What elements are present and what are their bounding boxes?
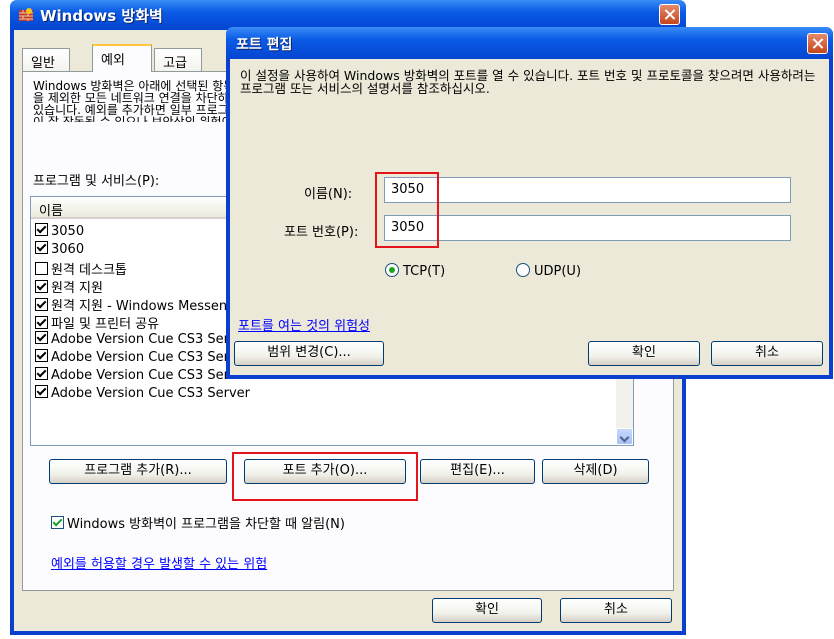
port-dialog-close-icon[interactable] (807, 33, 828, 54)
list-item-label: 원격 데스크톱 (51, 263, 127, 278)
udp-label: UDP(U) (534, 264, 582, 279)
list-item-checkbox[interactable] (35, 223, 48, 236)
tcp-label: TCP(T) (403, 264, 446, 279)
notify-label: Windows 방화벽이 프로그램을 차단할 때 알림(N) (67, 517, 345, 532)
list-item-checkbox[interactable] (35, 349, 48, 362)
notify-checkbox[interactable] (51, 516, 64, 529)
column-header-label: 이름 (39, 204, 63, 219)
port-number-field[interactable]: 3050 (384, 215, 791, 241)
list-item-label: Adobe Version Cue CS3 Server (51, 332, 250, 347)
list-item-label: 3060 (51, 242, 85, 257)
list-item-checkbox[interactable] (35, 385, 48, 398)
tcp-radio[interactable] (385, 263, 399, 277)
list-item-checkbox[interactable] (35, 331, 48, 344)
scroll-down-icon[interactable] (616, 428, 633, 445)
list-item[interactable]: 3050 (35, 223, 84, 241)
exceptions-description: Windows 방화벽은 아래에 선택된 항목을 제외한 모든 네트워크 연결을… (33, 80, 240, 122)
list-item-label: Adobe Version Cue CS3 Server (51, 368, 250, 383)
fields-highlight (375, 172, 439, 248)
tab-exceptions[interactable]: 예외 (92, 44, 152, 72)
list-item[interactable]: 원격 데스크톱 (35, 259, 127, 278)
list-item-checkbox[interactable] (35, 298, 48, 311)
list-item-checkbox[interactable] (35, 316, 48, 329)
notify-option[interactable]: Windows 방화벽이 프로그램을 차단할 때 알림(N) (51, 513, 345, 532)
list-item-label: Adobe Version Cue CS3 Server (51, 386, 250, 401)
list-item-label: 파일 및 프린터 공유 (51, 317, 160, 332)
list-item[interactable]: Adobe Version Cue CS3 Server (35, 331, 250, 349)
list-item-checkbox[interactable] (35, 367, 48, 380)
port-dialog-description: 이 설정을 사용하여 Windows 방화벽의 포트를 열 수 있습니다. 포트… (240, 68, 816, 96)
name-label: 이름(N): (304, 187, 353, 202)
port-ok-button[interactable]: 확인 (588, 341, 700, 366)
firewall-titlebar[interactable]: Windows 방화벽 (10, 0, 686, 30)
list-item-checkbox[interactable] (35, 280, 48, 293)
list-item-checkbox[interactable] (35, 262, 48, 275)
tcp-option[interactable]: TCP(T) (385, 263, 445, 279)
add-program-button[interactable]: 프로그램 추가(R)... (49, 459, 227, 484)
cancel-button[interactable]: 취소 (560, 598, 672, 623)
firewall-icon (19, 8, 33, 21)
list-item[interactable]: Adobe Version Cue CS3 Server (35, 367, 250, 385)
port-risk-link[interactable]: 포트를 여는 것의 위험성 (238, 315, 370, 334)
port-edit-dialog: 포트 편집 이 설정을 사용하여 Windows 방화벽의 포트를 열 수 있습… (226, 27, 833, 379)
list-item-label: 3050 (51, 224, 85, 239)
port-dialog-client: 이 설정을 사용하여 Windows 방화벽의 포트를 열 수 있습니다. 포트… (230, 59, 829, 375)
tab-advanced[interactable]: 고급 (154, 48, 202, 71)
list-item-label: Adobe Version Cue CS3 Server (51, 350, 250, 365)
list-item[interactable]: Adobe Version Cue CS3 Server (35, 385, 250, 403)
list-item[interactable]: 원격 지원 (35, 277, 103, 296)
firewall-close-icon[interactable] (659, 4, 680, 25)
udp-radio[interactable] (516, 263, 530, 277)
port-number-label: 포트 번호(P): (284, 225, 359, 240)
list-item-label: 원격 지원 (51, 281, 103, 296)
edit-button[interactable]: 편집(E)... (420, 459, 535, 484)
port-cancel-button[interactable]: 취소 (711, 341, 823, 366)
firewall-title: Windows 방화벽 (40, 7, 163, 25)
tab-general[interactable]: 일반 (22, 48, 70, 71)
programs-label: 프로그램 및 서비스(P): (33, 174, 160, 189)
port-dialog-title: 포트 편집 (236, 37, 293, 53)
name-field[interactable]: 3050 (384, 177, 791, 203)
list-item[interactable]: 3060 (35, 241, 84, 259)
udp-option[interactable]: UDP(U) (516, 263, 581, 279)
add-port-highlight (232, 452, 418, 501)
delete-button[interactable]: 삭제(D) (542, 459, 649, 484)
list-item[interactable]: 파일 및 프린터 공유 (35, 313, 160, 332)
exceptions-risk-link[interactable]: 예외를 허용할 경우 발생할 수 있는 위험 (51, 553, 267, 572)
port-dialog-titlebar[interactable]: 포트 편집 (226, 27, 833, 59)
ok-button[interactable]: 확인 (432, 598, 542, 623)
list-item[interactable]: Adobe Version Cue CS3 Server (35, 349, 250, 367)
change-scope-button[interactable]: 범위 변경(C)... (234, 341, 384, 366)
list-item-checkbox[interactable] (35, 241, 48, 254)
